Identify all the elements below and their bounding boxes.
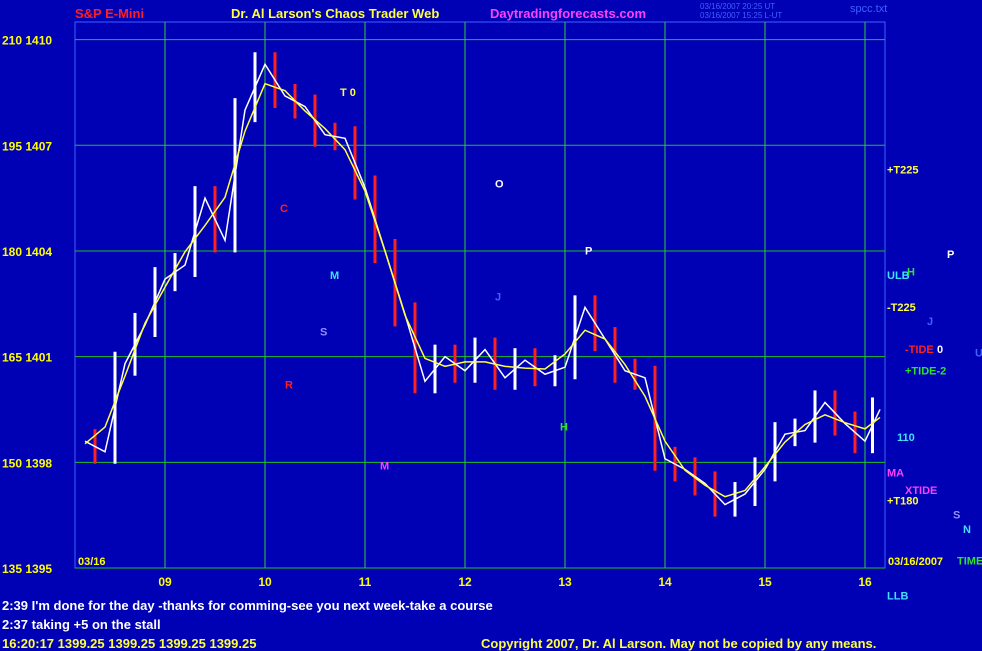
y-tick-label-2: 165 1401 bbox=[2, 351, 52, 365]
y-tick-label-0: 135 1395 bbox=[2, 562, 52, 576]
y-tick-label-3: 180 1404 bbox=[2, 245, 52, 259]
right-label-9: +TIDE-2 bbox=[905, 365, 946, 377]
right-label-6: -TIDE bbox=[905, 344, 934, 356]
right-label-16: TIME bbox=[957, 555, 982, 567]
overlay-label-3: P bbox=[585, 245, 592, 257]
symbol-title: S&P E-Mini bbox=[75, 6, 145, 21]
x-tick-label-4: 13 bbox=[558, 575, 572, 589]
price-chart: 135 1395 150 1398 165 1401 180 1404 195 1407… bbox=[2, 21, 982, 603]
right-label-14: N bbox=[963, 524, 971, 536]
overlay-label-7: R bbox=[285, 379, 293, 391]
right-label-3: P bbox=[947, 249, 954, 261]
timestamp-1: 03/16/2007 20:25 UT bbox=[700, 2, 776, 11]
right-label-2: H bbox=[907, 267, 915, 279]
site-link[interactable]: Daytradingforecasts.com bbox=[490, 6, 646, 21]
chart-title: Dr. Al Larson's Chaos Trader Web bbox=[231, 6, 440, 21]
chat-message-1: 2:39 I'm done for the day -thanks for co… bbox=[2, 598, 493, 613]
price-line bbox=[84, 62, 881, 506]
x-tick-label-1: 10 bbox=[258, 575, 272, 589]
right-label-15: S bbox=[953, 510, 960, 522]
overlay-label-8: H bbox=[560, 422, 568, 434]
overlay-label-4: M bbox=[330, 270, 339, 282]
end-date-label: 03/16/2007 bbox=[888, 556, 943, 568]
chart-root: 135 1395 150 1398 165 1401 180 1404 195 1407… bbox=[0, 0, 982, 651]
right-label-4: -T225 bbox=[887, 302, 916, 314]
start-date-label: 03/16 bbox=[78, 556, 106, 568]
right-label-8: U bbox=[975, 348, 982, 360]
x-tick-label-5: 14 bbox=[658, 575, 672, 589]
x-tick-label-6: 15 bbox=[758, 575, 772, 589]
timestamp-2: 03/16/2007 15:25 L-UT bbox=[700, 11, 783, 20]
x-tick-label-7: 16 bbox=[858, 575, 872, 589]
plot-frame bbox=[74, 21, 886, 569]
right-label-10: 110 bbox=[897, 432, 915, 444]
overlay-label-5: S bbox=[320, 327, 327, 339]
quote-line: 16:20:17 1399.25 1399.25 1399.25 1399.25 bbox=[2, 636, 257, 651]
y-tick-label-1: 150 1398 bbox=[2, 456, 52, 470]
x-tick-label-0: 09 bbox=[158, 575, 172, 589]
overlay-label-6: J bbox=[495, 291, 501, 303]
copyright: Copyright 2007, Dr. Al Larson. May not b… bbox=[481, 636, 877, 651]
overlay-label-0: T 0 bbox=[340, 87, 356, 99]
right-label-0: +T225 bbox=[887, 164, 919, 176]
x-tick-label-2: 11 bbox=[359, 575, 372, 589]
y-tick-label-5: 210 1410 bbox=[2, 34, 52, 48]
right-label-17: LLB bbox=[887, 591, 908, 603]
right-label-7: 0 bbox=[937, 344, 943, 356]
y-tick-label-4: 195 1407 bbox=[2, 139, 52, 153]
overlay-label-9: M bbox=[380, 460, 389, 472]
file-name: spcc.txt bbox=[850, 3, 888, 15]
overlay-label-1: C bbox=[280, 203, 288, 215]
right-label-5: J bbox=[927, 316, 933, 328]
x-tick-label-3: 12 bbox=[458, 575, 472, 589]
overlay-label-2: O bbox=[495, 179, 504, 191]
right-label-11: MA bbox=[887, 467, 904, 479]
chat-message-2: 2:37 taking +5 on the stall bbox=[2, 617, 161, 632]
right-label-13: +T180 bbox=[887, 496, 919, 508]
